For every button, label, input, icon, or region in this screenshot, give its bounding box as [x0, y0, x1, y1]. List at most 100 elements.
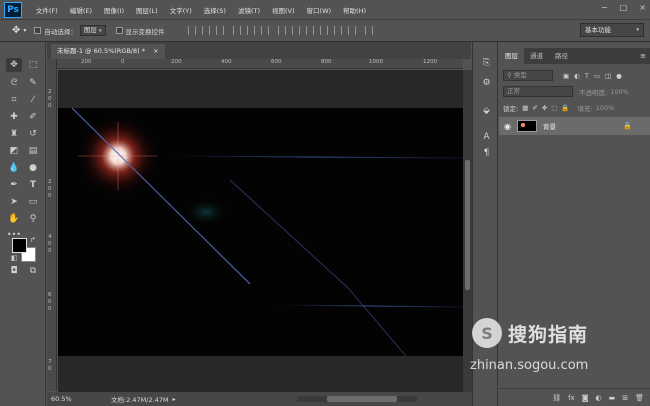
move-tool-icon[interactable]: ✥ [6, 58, 22, 72]
distribute-right-icon[interactable] [347, 26, 356, 35]
path-select-tool-icon[interactable]: ➤ [6, 195, 22, 209]
fill-value[interactable]: 100% [596, 104, 615, 112]
close-tab-icon[interactable]: × [153, 47, 158, 55]
move-tool-icon[interactable]: ✥ [12, 25, 20, 36]
shape-tool-icon[interactable]: ▭ [25, 195, 41, 209]
properties-panel-icon[interactable]: ⬙ [480, 104, 493, 117]
history-panel-icon[interactable]: ⎘ [480, 56, 493, 69]
tab-paths[interactable]: 路径 [549, 48, 574, 64]
tab-channels[interactable]: 通道 [524, 48, 549, 64]
filter-smart-icon[interactable]: ◫ [605, 72, 611, 80]
type-tool-icon[interactable]: T [25, 178, 41, 192]
distribute-left-icon[interactable] [319, 26, 328, 35]
foreground-color-swatch[interactable] [12, 238, 27, 253]
filter-type-icon[interactable]: T [585, 72, 589, 80]
paragraph-panel-icon[interactable]: ¶ [480, 146, 493, 159]
menu-select[interactable]: 选择(S) [198, 5, 232, 15]
menu-image[interactable]: 图像(I) [98, 5, 130, 15]
minimize-button[interactable]: − [601, 3, 608, 12]
quick-select-tool-icon[interactable]: ✎ [25, 76, 41, 90]
align-bottom-icon[interactable] [215, 26, 224, 35]
link-layers-icon[interactable]: ⛓ [552, 394, 561, 402]
distribute-hcenter-icon[interactable] [333, 26, 342, 35]
lock-all-icon[interactable]: 🔒 [561, 104, 569, 112]
menu-help[interactable]: 帮助(H) [337, 5, 372, 15]
tab-layers[interactable]: 图层 [499, 48, 524, 64]
lock-artboard-icon[interactable]: ⬚ [551, 104, 557, 112]
align-top-icon[interactable] [187, 26, 196, 35]
character-panel-icon[interactable]: A [480, 130, 493, 143]
layer-name[interactable]: 背景 [543, 121, 556, 131]
eraser-tool-icon[interactable]: ◩ [6, 144, 22, 158]
zoom-tool-icon[interactable]: ⚲ [25, 212, 41, 226]
blend-mode-dropdown[interactable]: 正常 [503, 86, 573, 97]
auto-select-checkbox[interactable] [34, 27, 42, 34]
opacity-value[interactable]: 100% [610, 88, 629, 96]
pen-tool-icon[interactable]: ✒ [6, 178, 22, 192]
swap-colors-icon[interactable]: ↱ [30, 236, 36, 244]
menu-window[interactable]: 窗口(W) [301, 5, 338, 15]
eyedropper-tool-icon[interactable]: ⁄ [25, 93, 41, 107]
workspace-dropdown[interactable]: 基本功能 ▾ [580, 23, 644, 37]
layer-filter-kind[interactable]: ⚲ 类型 [503, 70, 553, 81]
document-canvas[interactable] [58, 108, 463, 356]
new-group-icon[interactable]: ▬ [609, 394, 616, 402]
hand-tool-icon[interactable]: ✋ [6, 212, 22, 226]
lock-position-icon[interactable]: ✥ [542, 104, 547, 112]
menu-view[interactable]: 视图(V) [266, 5, 301, 15]
filter-adjust-icon[interactable]: ◐ [574, 72, 580, 80]
healing-brush-tool-icon[interactable]: ✚ [6, 110, 22, 124]
distribute-vcenter-icon[interactable] [291, 26, 300, 35]
blur-tool-icon[interactable]: 💧 [6, 161, 22, 175]
distribute-top-icon[interactable] [277, 26, 286, 35]
align-hcenter-icon[interactable] [246, 26, 255, 35]
filter-toggle-icon[interactable]: ● [616, 72, 622, 80]
marquee-tool-icon[interactable]: ⬚ [25, 58, 41, 72]
menu-file[interactable]: 文件(F) [30, 5, 64, 15]
maximize-button[interactable]: □ [620, 3, 628, 12]
status-arrow-icon[interactable]: ▸ [173, 396, 176, 403]
adjustments-panel-icon[interactable]: ⚙ [480, 76, 493, 89]
screen-mode-icon[interactable]: ⧉ [25, 264, 41, 278]
lock-transparent-icon[interactable]: ▦ [522, 104, 528, 112]
auto-select-dropdown[interactable]: 图层 ▾ [79, 25, 106, 36]
align-left-icon[interactable] [232, 26, 241, 35]
show-transform-checkbox[interactable] [115, 27, 123, 34]
auto-align-icon[interactable] [364, 26, 373, 35]
new-layer-icon[interactable]: ⊞ [622, 394, 628, 402]
layer-visibility-eye-icon[interactable]: ◉ [504, 122, 511, 131]
layer-style-icon[interactable]: fx [568, 394, 575, 402]
clone-stamp-tool-icon[interactable]: ♜ [6, 127, 22, 141]
filter-pixel-icon[interactable]: ▣ [563, 72, 569, 80]
brush-tool-icon[interactable]: ✐ [25, 110, 41, 124]
quick-mask-icon[interactable]: ◘ [6, 264, 22, 278]
tool-preset-chevron-icon[interactable]: ▾ [23, 27, 26, 34]
lasso-tool-icon[interactable]: ᘓ [6, 76, 22, 90]
menu-edit[interactable]: 编辑(E) [64, 5, 98, 15]
dodge-tool-icon[interactable]: ● [25, 161, 41, 175]
panel-menu-icon[interactable]: ≡ [640, 48, 646, 64]
horizontal-scroll-thumb[interactable] [327, 396, 397, 402]
history-brush-tool-icon[interactable]: ↺ [25, 127, 41, 141]
vertical-scroll-thumb[interactable] [465, 160, 470, 290]
ruler-label: 0 [48, 186, 52, 192]
filter-shape-icon[interactable]: ▭ [594, 72, 600, 80]
align-right-icon[interactable] [260, 26, 269, 35]
document-tab[interactable]: 未标题-1 @ 60.5%(RGB/8) * × [51, 44, 165, 59]
gradient-tool-icon[interactable]: ▤ [25, 144, 41, 158]
horizontal-scrollbar[interactable] [297, 396, 417, 402]
lock-pixels-icon[interactable]: ✐ [532, 104, 537, 112]
menu-layer[interactable]: 图层(L) [130, 5, 164, 15]
menu-type[interactable]: 文字(Y) [164, 5, 198, 15]
align-vcenter-icon[interactable] [201, 26, 210, 35]
close-button[interactable]: × [639, 3, 646, 12]
delete-layer-icon[interactable]: 🗑 [635, 394, 644, 402]
zoom-level[interactable]: 60.5% [51, 395, 91, 403]
add-mask-icon[interactable]: ◙ [582, 394, 589, 402]
layer-row[interactable]: ◉ 背景 🔒 [499, 117, 650, 135]
distribute-bottom-icon[interactable] [305, 26, 314, 35]
crop-tool-icon[interactable]: ⌗ [6, 93, 22, 107]
new-adjustment-icon[interactable]: ◐ [596, 394, 602, 402]
menu-filter[interactable]: 滤镜(T) [232, 5, 266, 15]
default-colors-icon[interactable]: ◧ [11, 254, 18, 262]
